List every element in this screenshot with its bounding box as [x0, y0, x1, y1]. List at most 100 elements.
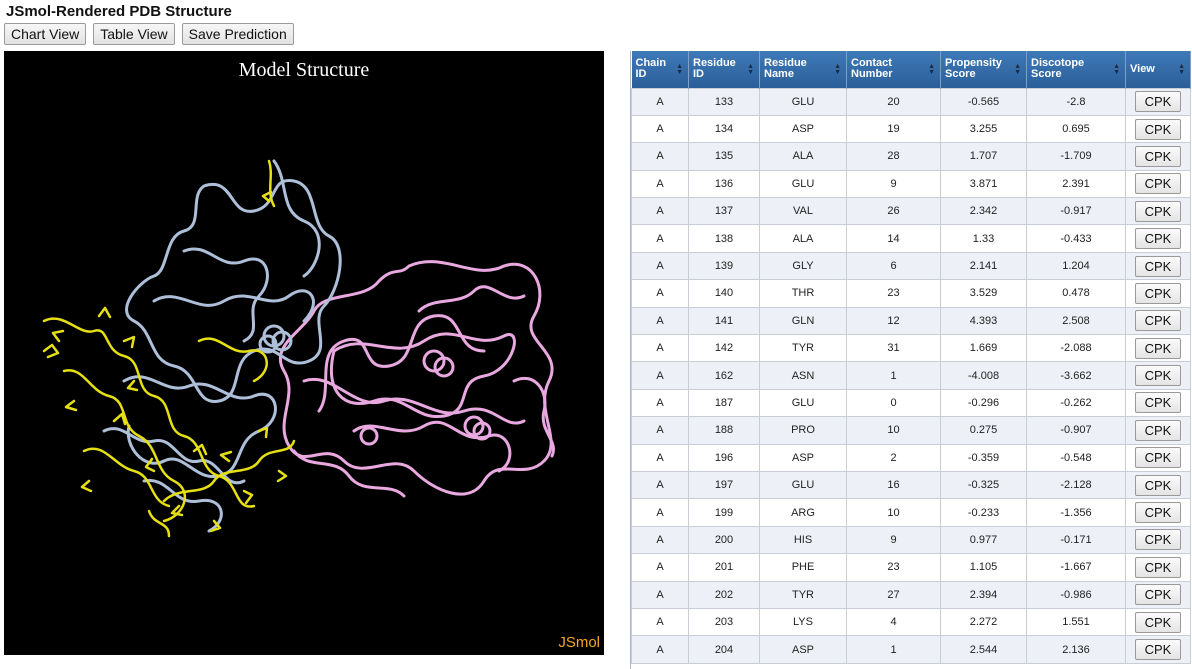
cpk-view-button[interactable]: CPK — [1135, 310, 1181, 332]
viewer-title: Model Structure — [238, 59, 370, 81]
propensity-score-cell: -0.296 — [940, 388, 1027, 418]
table-row: A 201 PHE 23 1.105 -1.667 CPK — [631, 553, 1191, 582]
view-cell: CPK — [1125, 498, 1191, 527]
contact-number-cell: 4 — [846, 607, 941, 637]
chain-id-cell: A — [631, 498, 689, 527]
discotope-score-cell: 0.478 — [1026, 279, 1126, 308]
cpk-view-button[interactable]: CPK — [1135, 145, 1181, 167]
sort-arrows-icon[interactable]: ▲ ▼ — [1014, 63, 1021, 76]
cpk-view-button[interactable]: CPK — [1135, 173, 1181, 195]
cpk-view-button[interactable]: CPK — [1135, 91, 1181, 113]
residue-name-cell: GLU — [759, 470, 847, 500]
contact-number-cell: 10 — [846, 416, 941, 445]
cpk-view-button[interactable]: CPK — [1135, 584, 1181, 606]
chain-id-cell: A — [631, 169, 689, 199]
contact-number-cell: 9 — [846, 525, 941, 555]
cpk-view-button[interactable]: CPK — [1135, 611, 1181, 633]
chain-b-backbone — [278, 260, 555, 498]
cpk-view-button[interactable]: CPK — [1135, 529, 1181, 551]
view-cell: CPK — [1125, 361, 1191, 390]
column-header-contact-number[interactable]: Contact Number ▲ ▼ — [846, 51, 941, 88]
residue-id-cell: 135 — [688, 142, 760, 171]
contact-number-cell: 10 — [846, 498, 941, 527]
cpk-view-button[interactable]: CPK — [1135, 502, 1181, 524]
contact-number-cell: 31 — [846, 334, 941, 363]
save-prediction-button[interactable]: Save Prediction — [181, 23, 294, 45]
cpk-view-button[interactable]: CPK — [1135, 365, 1181, 387]
table-row: A 187 GLU 0 -0.296 -0.262 CPK — [631, 388, 1191, 418]
jsmol-viewer[interactable]: Model Structure JSmol — [4, 51, 604, 655]
column-header-label: Score — [1031, 68, 1062, 81]
view-cell: CPK — [1125, 306, 1191, 336]
residue-id-cell: 138 — [688, 224, 760, 253]
view-cell: CPK — [1125, 388, 1191, 418]
cpk-view-button[interactable]: CPK — [1135, 474, 1181, 496]
chain-id-cell: A — [631, 114, 689, 144]
contact-number-cell: 2 — [846, 443, 941, 472]
view-toolbar: Chart View Table View Save Prediction — [4, 23, 294, 45]
cpk-view-button[interactable]: CPK — [1135, 337, 1181, 359]
sort-arrows-icon[interactable]: ▲ ▼ — [928, 63, 935, 76]
residue-name-cell: ALA — [759, 224, 847, 253]
cpk-view-button[interactable]: CPK — [1135, 228, 1181, 250]
discotope-score-cell: 2.391 — [1026, 169, 1126, 199]
cpk-view-button[interactable]: CPK — [1135, 419, 1181, 441]
table-row: A 134 ASP 19 3.255 0.695 CPK — [631, 114, 1191, 144]
cpk-view-button[interactable]: CPK — [1135, 639, 1181, 660]
residue-id-cell: 204 — [688, 635, 760, 664]
contact-number-cell: 28 — [846, 142, 941, 171]
sort-arrows-icon[interactable]: ▲ ▼ — [747, 63, 754, 76]
residue-name-cell: ASN — [759, 361, 847, 390]
residue-name-cell: ASP — [759, 443, 847, 472]
residue-name-cell: TYR — [759, 334, 847, 363]
propensity-score-cell: -4.008 — [940, 361, 1027, 390]
view-cell: CPK — [1125, 251, 1191, 281]
discotope-score-cell: -0.262 — [1026, 388, 1126, 418]
column-header-chain-id[interactable]: Chain ID ▲ ▼ — [631, 51, 689, 88]
residue-id-cell: 199 — [688, 498, 760, 527]
view-cell: CPK — [1125, 224, 1191, 253]
chain-id-cell: A — [631, 470, 689, 500]
table-row: A 197 GLU 16 -0.325 -2.128 CPK — [631, 470, 1191, 500]
contact-number-cell: 23 — [846, 553, 941, 582]
column-header-label: ID — [635, 68, 647, 81]
sort-arrows-icon[interactable]: ▲ ▼ — [1178, 63, 1185, 76]
propensity-score-cell: -0.359 — [940, 443, 1027, 472]
contact-number-cell: 20 — [846, 87, 941, 116]
cpk-view-button[interactable]: CPK — [1135, 118, 1181, 140]
residue-name-cell: GLU — [759, 388, 847, 418]
table-row: A 138 ALA 14 1.33 -0.433 CPK — [631, 224, 1191, 253]
cpk-view-button[interactable]: CPK — [1135, 255, 1181, 277]
page-title: JSmol-Rendered PDB Structure — [6, 3, 232, 20]
sort-arrows-icon[interactable]: ▲ ▼ — [676, 63, 683, 76]
chain-id-cell: A — [631, 361, 689, 390]
cpk-view-button[interactable]: CPK — [1135, 447, 1181, 469]
chain-id-cell: A — [631, 607, 689, 637]
cpk-view-button[interactable]: CPK — [1135, 282, 1181, 304]
protein-structure-render — [42, 159, 555, 538]
residue-id-cell: 200 — [688, 525, 760, 555]
table-row: A 188 PRO 10 0.275 -0.907 CPK — [631, 416, 1191, 445]
column-header-residue-name[interactable]: Residue Name ▲ ▼ — [759, 51, 847, 88]
column-header-view[interactable]: View ▲ ▼ — [1125, 51, 1191, 88]
discotope-score-cell: -2.8 — [1026, 87, 1126, 116]
sort-arrows-icon[interactable]: ▲ ▼ — [1113, 63, 1120, 76]
cpk-view-button[interactable]: CPK — [1135, 392, 1181, 414]
contact-number-cell: 12 — [846, 306, 941, 336]
chain-id-cell: A — [631, 334, 689, 363]
table-view-button[interactable]: Table View — [93, 23, 175, 45]
view-cell: CPK — [1125, 142, 1191, 171]
residue-id-cell: 137 — [688, 197, 760, 226]
sort-arrows-icon[interactable]: ▲ ▼ — [834, 63, 841, 76]
column-header-propensity-score[interactable]: Propensity Score ▲ ▼ — [940, 51, 1027, 88]
residue-id-cell: 201 — [688, 553, 760, 582]
chart-view-button[interactable]: Chart View — [4, 23, 87, 45]
discotope-score-cell: -0.548 — [1026, 443, 1126, 472]
table-row: A 135 ALA 28 1.707 -1.709 CPK — [631, 142, 1191, 171]
column-header-residue-id[interactable]: Residue ID ▲ ▼ — [688, 51, 760, 88]
contact-number-cell: 1 — [846, 635, 941, 664]
column-header-discotope-score[interactable]: Discotope Score ▲ ▼ — [1026, 51, 1126, 88]
contact-number-cell: 9 — [846, 169, 941, 199]
cpk-view-button[interactable]: CPK — [1135, 200, 1181, 222]
cpk-view-button[interactable]: CPK — [1135, 556, 1181, 578]
